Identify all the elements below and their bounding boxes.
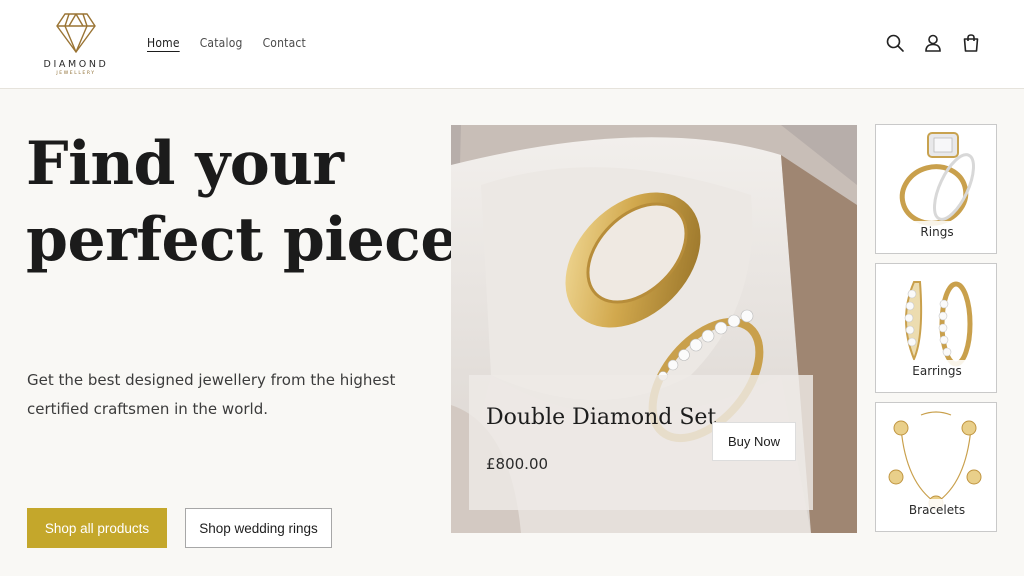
hero-title: Find your perfect piece [26,126,459,278]
nav-home-link[interactable]: Home [147,36,180,50]
account-icon[interactable] [923,33,943,53]
category-tile-bracelets[interactable]: Bracelets [875,402,997,532]
category-label-earrings: Earrings [890,360,984,382]
search-icon[interactable] [885,33,905,53]
buy-now-button[interactable]: Buy Now [712,422,796,461]
brand-tagline: JEWELLERY [56,71,96,76]
shop-wedding-rings-button[interactable]: Shop wedding rings [185,508,332,548]
featured-product-price: £800.00 [486,455,549,473]
hero-title-line-2: perfect piece [26,205,459,275]
site-header: DIAMOND JEWELLERY Home Catalog Contact [0,0,1024,89]
diamond-logo-icon [56,13,96,54]
hero-title-line-1: Find your [26,129,344,199]
shop-all-products-button[interactable]: Shop all products [27,508,167,548]
brand-logo[interactable]: DIAMOND JEWELLERY [36,10,116,80]
category-label-bracelets: Bracelets [890,499,984,521]
category-tile-rings[interactable]: Rings [875,124,997,254]
main-nav: Home Catalog Contact [147,36,306,50]
category-tile-earrings[interactable]: Earrings [875,263,997,393]
brand-name: DIAMOND [43,59,109,70]
hero-subtitle: Get the best designed jewellery from the… [27,371,396,418]
featured-product-card: Double Diamond Set £800.00 Buy Now [469,375,813,510]
category-label-rings: Rings [890,221,984,243]
featured-product-title: Double Diamond Set [486,405,717,430]
cart-icon[interactable] [961,33,981,53]
nav-catalog-link[interactable]: Catalog [200,36,243,50]
header-icons [885,33,981,53]
nav-contact-link[interactable]: Contact [263,36,306,50]
